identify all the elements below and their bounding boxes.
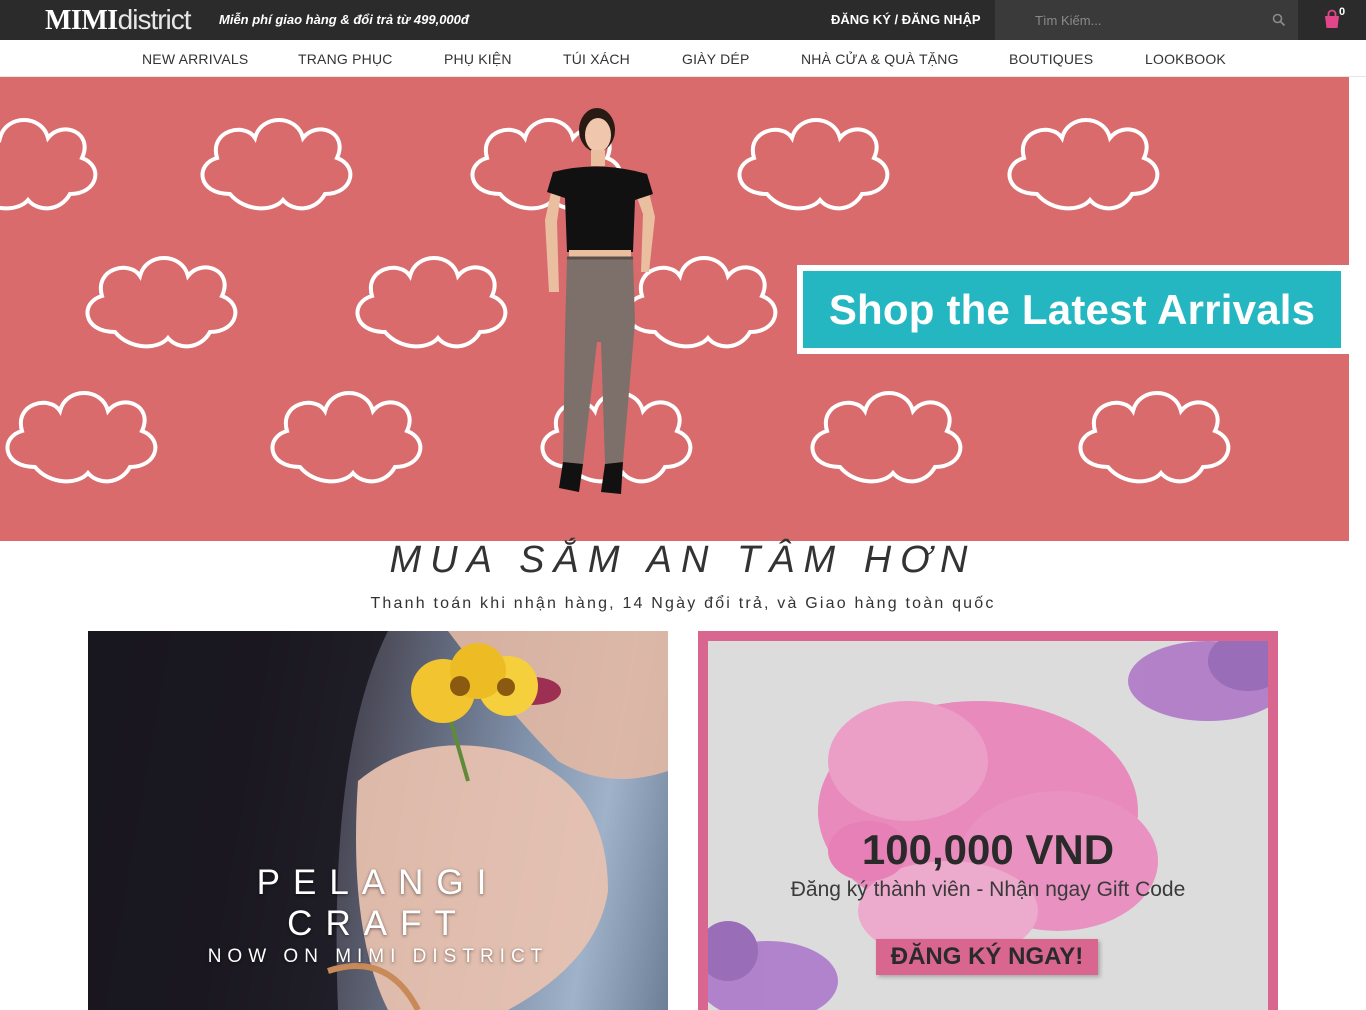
register-login-link[interactable]: ĐĂNG KÝ / ĐĂNG NHẬP — [831, 12, 981, 27]
search-icon[interactable] — [1272, 13, 1286, 27]
gift-amount: 100,000 VND — [861, 826, 1115, 873]
cta-inner: Shop the Latest Arrivals — [803, 271, 1341, 348]
main-navigation: NEW ARRIVALS TRANG PHỤC PHỤ KIỆN TÚI XÁC… — [0, 40, 1366, 77]
register-now-button[interactable]: ĐĂNG KÝ NGAY! — [876, 939, 1098, 975]
nav-item-home-gifts[interactable]: NHÀ CỬA & QUÀ TẶNG — [801, 51, 959, 67]
nav-item-boutiques[interactable]: BOUTIQUES — [1009, 51, 1093, 67]
logo-thin-text: district — [117, 4, 192, 35]
nav-item-accessories[interactable]: PHỤ KIỆN — [444, 51, 512, 67]
pelangi-subtitle: NOW ON MIMI DISTRICT — [207, 946, 549, 967]
tagline-subtitle: Thanh toán khi nhận hàng, 14 Ngày đổi tr… — [370, 595, 996, 612]
nav-item-lookbook[interactable]: LOOKBOOK — [1145, 51, 1226, 67]
gift-code-panel: 100,000 VND Đăng ký thành viên - Nhận ng… — [708, 641, 1268, 1010]
pelangi-title-line1: PELANGI — [256, 863, 500, 902]
search-box — [995, 0, 1298, 40]
cta-label: Shop the Latest Arrivals — [828, 286, 1316, 333]
shop-latest-arrivals-button[interactable]: Shop the Latest Arrivals — [797, 265, 1349, 354]
nav-item-clothing[interactable]: TRANG PHỤC — [298, 51, 393, 67]
cart-count-badge: 0 — [1339, 6, 1346, 18]
cart-button[interactable]: 0 — [1298, 0, 1366, 40]
gift-code-promo[interactable]: 100,000 VND Đăng ký thành viên - Nhận ng… — [698, 631, 1278, 1010]
site-logo[interactable]: MIMIdistrict — [45, 4, 192, 37]
search-input[interactable] — [995, 0, 1265, 40]
tagline-title: MUA SẮM AN TÂM HƠN — [389, 539, 977, 581]
model-photo — [545, 108, 655, 494]
top-bar: MIMIdistrict Miễn phí giao hàng & đổi tr… — [0, 0, 1366, 40]
logo-bold-text: MIMI — [45, 5, 118, 36]
pelangi-title-line2: CRAFT — [287, 904, 469, 943]
gift-description: Đăng ký thành viên - Nhận ngay Gift Code — [790, 878, 1186, 901]
nav-item-bags[interactable]: TÚI XÁCH — [563, 51, 630, 67]
nav-item-shoes[interactable]: GIÀY DÉP — [682, 51, 749, 67]
nav-item-new-arrivals[interactable]: NEW ARRIVALS — [142, 51, 248, 67]
pelangi-craft-promo[interactable]: PELANGI CRAFT NOW ON MIMI DISTRICT — [88, 631, 668, 1010]
hero-banner[interactable]: Shop the Latest Arrivals — [0, 77, 1349, 541]
free-shipping-promo: Miễn phí giao hàng & đổi trả từ 499,000đ — [219, 12, 469, 27]
